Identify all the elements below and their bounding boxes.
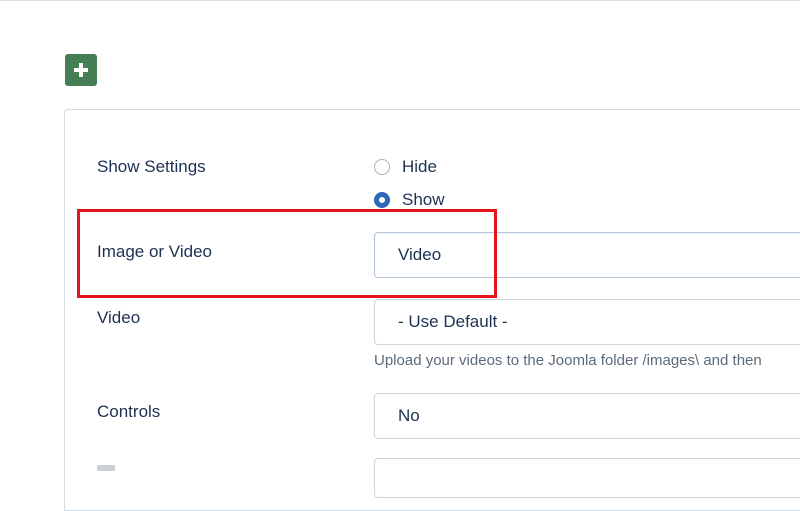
radio-hide-circle[interactable]: [374, 159, 390, 175]
video-select[interactable]: - Use Default -: [374, 299, 800, 345]
radio-hide-label[interactable]: Hide: [402, 157, 437, 177]
image-or-video-select[interactable]: Video: [374, 232, 800, 278]
radio-hide[interactable]: Hide: [374, 157, 437, 177]
video-help-text: Upload your videos to the Joomla folder …: [374, 352, 762, 369]
radio-show[interactable]: Show: [374, 190, 445, 210]
add-button[interactable]: [65, 54, 97, 86]
controls-select[interactable]: No: [374, 393, 800, 439]
plus-icon: [74, 63, 88, 77]
show-settings-label: Show Settings: [97, 157, 206, 176]
controls-label: Controls: [97, 402, 161, 421]
radio-show-label[interactable]: Show: [402, 190, 445, 210]
next-field-select[interactable]: [374, 458, 800, 498]
image-or-video-label: Image or Video: [97, 242, 212, 261]
radio-show-circle[interactable]: [374, 192, 390, 208]
video-label: Video: [97, 308, 141, 327]
top-divider: [0, 0, 800, 1]
next-field-label: [97, 465, 115, 471]
